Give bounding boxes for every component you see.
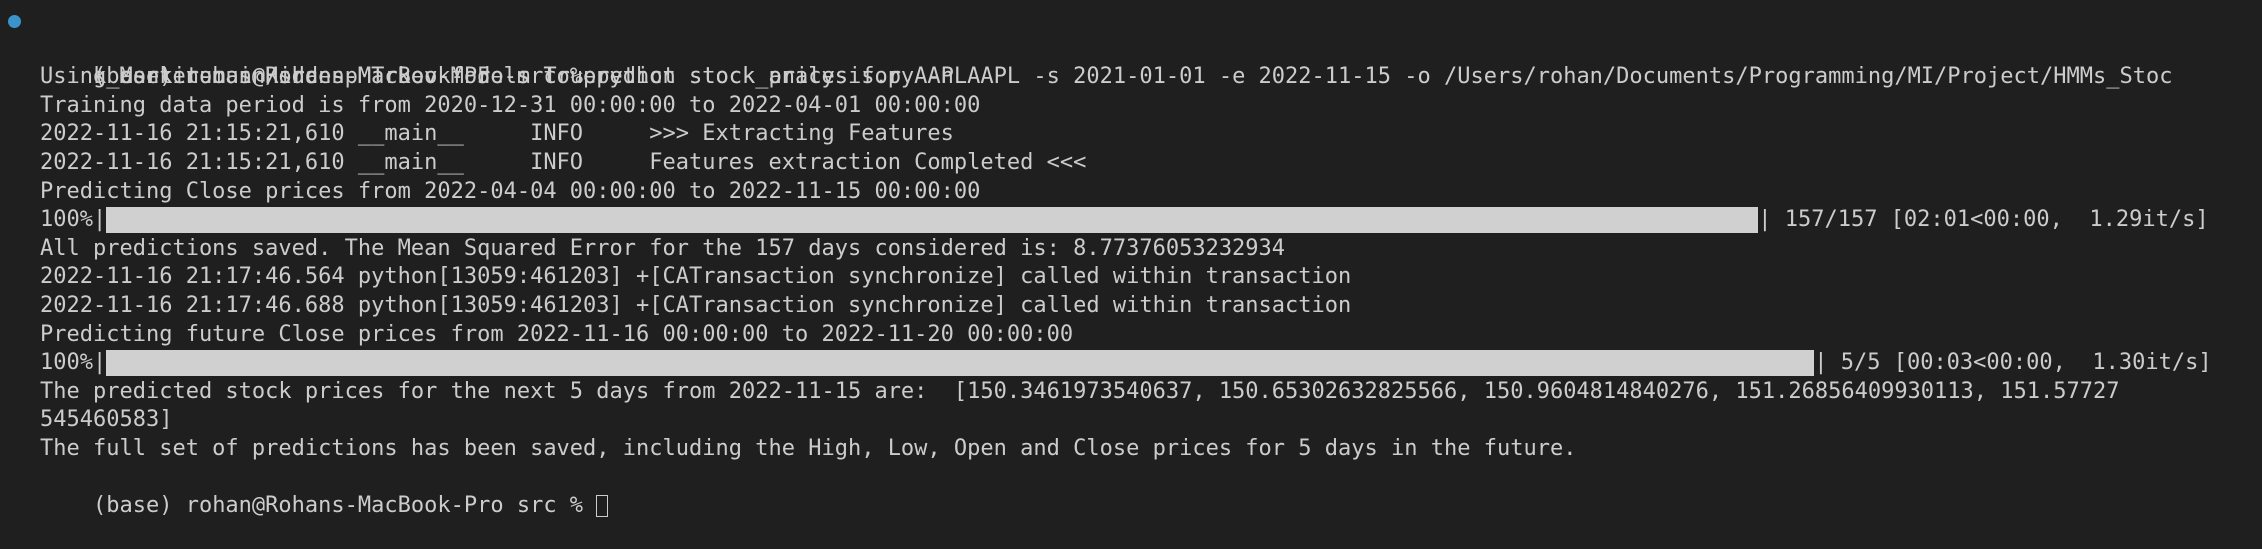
progress-bar-1 xyxy=(106,207,1759,234)
output-line: The full set of predictions has been sav… xyxy=(0,435,2262,464)
output-line: Predicting future Close prices from 2022… xyxy=(0,321,2262,350)
progress-bar-2 xyxy=(106,350,1815,377)
output-line: Predicting Close prices from 2022-04-04 … xyxy=(0,178,2262,207)
progress-prefix: 100%| xyxy=(40,207,107,233)
log-line: 2022-11-16 21:15:21,610 __main__ INFO >>… xyxy=(0,120,2262,149)
progress-suffix: | 5/5 [00:03<00:00, 1.30it/s] xyxy=(1814,350,2212,376)
output-line: 545460583] xyxy=(0,406,2262,435)
log-line: 2022-11-16 21:17:46.564 python[13059:461… xyxy=(0,263,2262,292)
output-line: Training data period is from 2020-12-31 … xyxy=(0,92,2262,121)
output-text: 545460583] xyxy=(40,407,173,433)
log-line: 2022-11-16 21:15:21,610 __main__ INFO Fe… xyxy=(0,149,2262,178)
command-line: (base) rohan@Rohans-MacBook-Pro src % py… xyxy=(0,6,2262,89)
progress-line-2: 100%| | 5/5 [00:03<00:00, 1.30it/s] xyxy=(0,349,2262,378)
command-status-marker-icon[interactable] xyxy=(8,15,21,28)
output-text: The predicted stock prices for the next … xyxy=(40,378,2120,404)
progress-bar-fill xyxy=(106,207,1759,234)
output-text: All predictions saved. The Mean Squared … xyxy=(40,235,1286,261)
log-text: 2022-11-16 21:15:21,610 __main__ INFO Fe… xyxy=(40,149,1087,175)
log-text: 2022-11-16 21:17:46.564 python[13059:461… xyxy=(40,264,1352,290)
log-text: 2022-11-16 21:17:46.688 python[13059:461… xyxy=(40,292,1352,318)
command-line-wrap: k_Market-main/src -p True -f 5 -m True xyxy=(0,35,2262,89)
terminal-output[interactable]: (base) rohan@Rohans-MacBook-Pro src % py… xyxy=(0,0,2262,518)
progress-bar-fill xyxy=(106,350,1815,377)
progress-prefix: 100%| xyxy=(40,350,107,376)
output-line: All predictions saved. The Mean Squared … xyxy=(0,235,2262,264)
output-line: The predicted stock prices for the next … xyxy=(0,378,2262,407)
prompt-text: (base) rohan@Rohans-MacBook-Pro src % xyxy=(92,493,597,519)
output-text: Using continuous Hidden Markov Models to… xyxy=(40,64,968,90)
output-text: Training data period is from 2020-12-31 … xyxy=(40,92,981,118)
terminal-cursor[interactable] xyxy=(596,495,609,518)
output-line: Using continuous Hidden Markov Models to… xyxy=(0,63,2262,92)
log-line: 2022-11-16 21:17:46.688 python[13059:461… xyxy=(0,292,2262,321)
output-text: The full set of predictions has been sav… xyxy=(40,435,1577,461)
output-text: Predicting Close prices from 2022-04-04 … xyxy=(40,178,981,204)
progress-line-1: 100%| | 157/157 [02:01<00:00, 1.29it/s] xyxy=(0,206,2262,235)
progress-suffix: | 157/157 [02:01<00:00, 1.29it/s] xyxy=(1758,207,2209,233)
log-text: 2022-11-16 21:15:21,610 __main__ INFO >>… xyxy=(40,121,954,147)
output-text: Predicting future Close prices from 2022… xyxy=(40,321,1074,347)
